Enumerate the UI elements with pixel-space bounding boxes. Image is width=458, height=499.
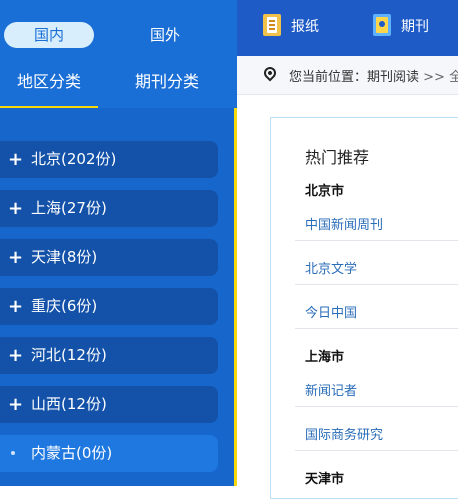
- region-label: 山西(12份): [31, 395, 107, 413]
- tab-journal-category[interactable]: 期刊分类: [118, 62, 216, 106]
- top-navbar: 报纸 期刊: [237, 0, 458, 56]
- breadcrumb: 您当前位置：期刊阅读 >> 全: [237, 56, 458, 95]
- divider: [295, 240, 458, 241]
- region-label: 天津(8份): [31, 248, 98, 266]
- region-item-inner-mongolia[interactable]: 内蒙古(0份): [0, 435, 218, 472]
- section-title-beijing: 北京市: [305, 184, 345, 199]
- plus-icon: +: [8, 247, 24, 268]
- journal-link[interactable]: 国际商务研究: [305, 424, 383, 443]
- divider: [295, 406, 458, 407]
- region-item-chongqing[interactable]: + 重庆(6份): [0, 288, 218, 325]
- journal-icon: [373, 14, 391, 36]
- tab-region[interactable]: 地区分类: [0, 62, 98, 108]
- panel-title: 热门推荐: [305, 148, 370, 167]
- region-label: 河北(12份): [31, 346, 107, 364]
- scope-domestic-button[interactable]: 国内: [4, 22, 94, 48]
- scope-toggle: 国内 国外: [0, 22, 237, 50]
- divider: [295, 328, 458, 329]
- journal-link[interactable]: 新闻记者: [305, 380, 357, 399]
- plus-icon: +: [8, 296, 24, 317]
- journal-link[interactable]: 中国新闻周刊: [305, 214, 383, 233]
- region-item-tianjin[interactable]: + 天津(8份): [0, 239, 218, 276]
- location-pin-icon: [261, 64, 279, 82]
- nav-newspaper-label: 报纸: [291, 19, 319, 35]
- breadcrumb-prefix: 您当前位置：: [289, 70, 368, 85]
- divider: [295, 450, 458, 451]
- journal-link[interactable]: 北京文学: [305, 258, 357, 277]
- scope-foreign-button[interactable]: 国外: [120, 22, 210, 48]
- plus-icon: +: [8, 345, 24, 366]
- region-sidebar: 国内 国外 地区分类 期刊分类 + 北京(202份) + 上海(27份) + 天…: [0, 0, 237, 486]
- region-list: + 北京(202份) + 上海(27份) + 天津(8份) + 重庆(6份) +…: [0, 108, 234, 486]
- breadcrumb-current[interactable]: 期刊阅读: [367, 70, 419, 85]
- section-title-tianjin: 天津市: [305, 472, 345, 487]
- region-item-hebei[interactable]: + 河北(12份): [0, 337, 218, 374]
- region-label: 重庆(6份): [31, 297, 98, 315]
- breadcrumb-separator: >> 全: [419, 70, 458, 85]
- breadcrumb-text: 您当前位置：期刊阅读 >> 全: [289, 66, 458, 85]
- region-label: 上海(27份): [31, 199, 107, 217]
- plus-icon: +: [8, 394, 24, 415]
- section-title-shanghai: 上海市: [305, 350, 345, 365]
- region-item-shanxi[interactable]: + 山西(12份): [0, 386, 218, 423]
- bullet-dot-icon: [11, 451, 15, 455]
- journal-link[interactable]: 今日中国: [305, 302, 357, 321]
- category-tabs: 地区分类 期刊分类: [0, 62, 237, 108]
- region-label: 北京(202份): [31, 150, 117, 168]
- hot-recommend-panel: 热门推荐 北京市 中国新闻周刊 北京文学 今日中国 上海市 新闻记者 国际商务研…: [270, 117, 458, 499]
- plus-icon: +: [8, 149, 24, 170]
- newspaper-icon: [263, 14, 281, 36]
- divider: [295, 284, 458, 285]
- region-label: 内蒙古(0份): [31, 444, 113, 462]
- nav-journal-label: 期刊: [401, 19, 429, 35]
- region-item-beijing[interactable]: + 北京(202份): [0, 141, 218, 178]
- plus-icon: +: [8, 198, 24, 219]
- region-item-shanghai[interactable]: + 上海(27份): [0, 190, 218, 227]
